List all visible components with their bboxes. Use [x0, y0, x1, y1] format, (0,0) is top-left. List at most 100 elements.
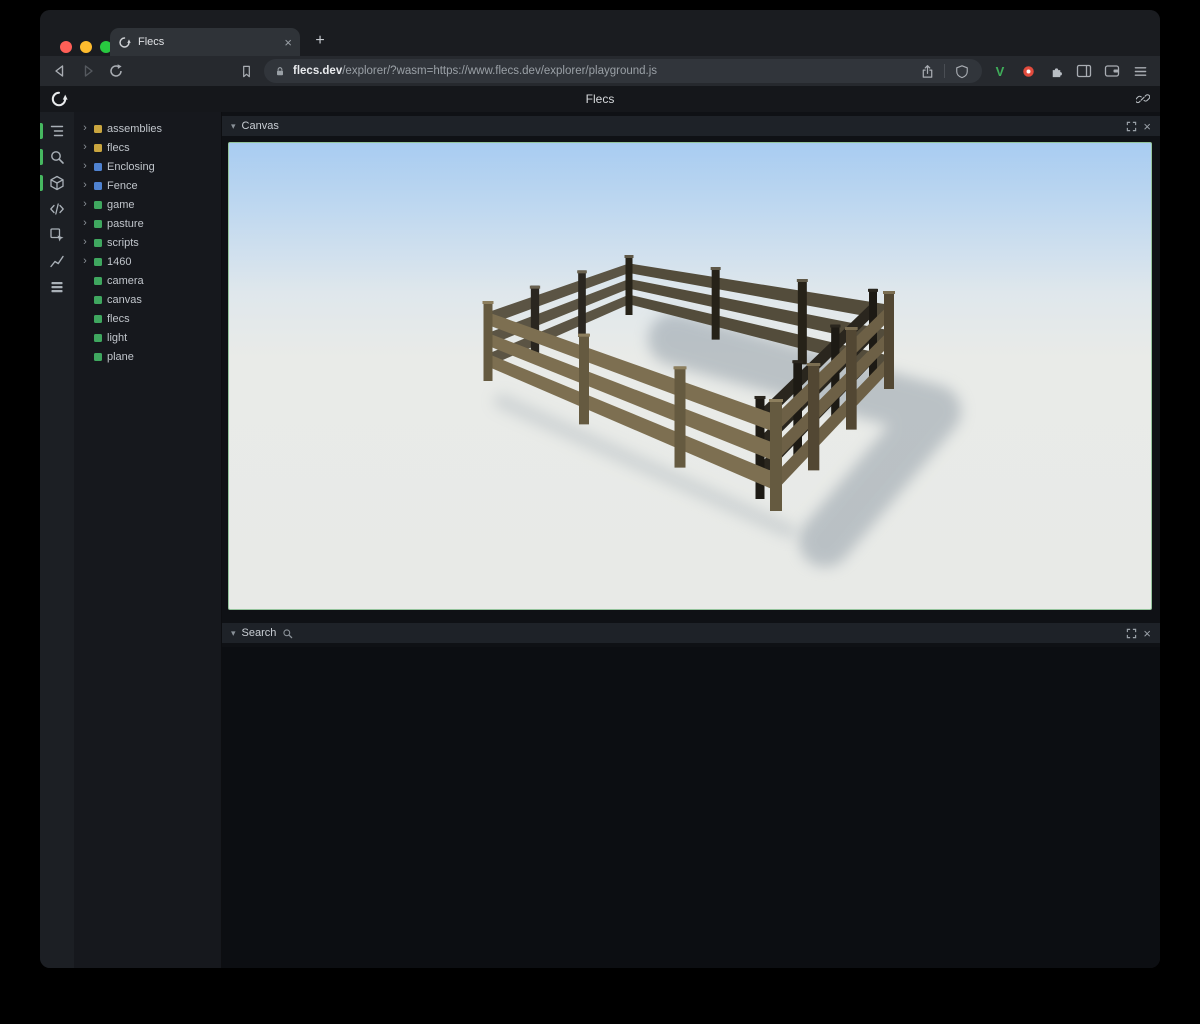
expand-panel-icon[interactable] [1126, 121, 1137, 132]
sidebar-item-memory[interactable] [40, 274, 74, 300]
tree-item-label: scripts [107, 237, 139, 249]
tree-item-flecs[interactable]: › flecs [74, 138, 221, 157]
entity-icon [94, 182, 102, 190]
collapse-chevron-icon[interactable]: ▾ [231, 629, 236, 638]
tree-item-fence[interactable]: › Fence [74, 176, 221, 195]
app-title: Flecs [40, 92, 1160, 106]
expand-panel-icon[interactable] [1126, 628, 1137, 639]
tab-strip: Flecs × + [40, 10, 1160, 56]
extension-red-icon[interactable] [1018, 61, 1038, 81]
app-header: Flecs [40, 86, 1160, 112]
inspect-icon [49, 227, 65, 243]
tree-item-plane[interactable]: plane [74, 347, 221, 366]
bookmark-icon[interactable] [236, 61, 256, 81]
expand-arrow-icon[interactable]: › [81, 237, 89, 248]
tree-item-label: pasture [107, 218, 144, 230]
expand-arrow-icon[interactable]: › [81, 123, 89, 134]
tree-item-flecs-entity[interactable]: flecs [74, 309, 221, 328]
share-link-icon[interactable] [1136, 92, 1150, 106]
entity-icon [94, 163, 102, 171]
traffic-lights [60, 41, 112, 53]
tree-item-label: Enclosing [107, 161, 155, 173]
browser-window: Flecs × + flecs.dev/explorer/?wasm=http [40, 10, 1160, 968]
reload-button[interactable] [106, 61, 126, 81]
address-bar[interactable]: flecs.dev/explorer/?wasm=https://www.fle… [264, 59, 982, 83]
collapse-chevron-icon[interactable]: ▾ [231, 122, 236, 131]
window-close-button[interactable] [60, 41, 72, 53]
entity-icon [94, 296, 102, 304]
tree-item-label: 1460 [107, 256, 131, 268]
entity-icon [94, 239, 102, 247]
expand-arrow-icon[interactable]: › [81, 180, 89, 191]
tree-item-pasture[interactable]: › pasture [74, 214, 221, 233]
canvas-viewport[interactable] [228, 142, 1152, 610]
canvas-panel-header: ▾ Canvas × [222, 116, 1160, 136]
sidebar-item-stats[interactable] [40, 248, 74, 274]
sidebar-item-canvas[interactable] [40, 170, 74, 196]
flecs-explorer-app: Flecs [40, 86, 1160, 968]
flecs-favicon [118, 36, 131, 49]
flecs-logo[interactable] [50, 90, 68, 108]
tree-item-enclosing[interactable]: › Enclosing [74, 157, 221, 176]
entity-icon [94, 353, 102, 361]
expand-arrow-icon[interactable]: › [81, 142, 89, 153]
tree-item-label: camera [107, 275, 144, 287]
tree-item-1460[interactable]: › 1460 [74, 252, 221, 271]
tab-close-icon[interactable]: × [284, 36, 292, 49]
icon-sidebar [40, 112, 74, 968]
sidebar-item-code[interactable] [40, 196, 74, 222]
search-panel-header: ▾ Search × [222, 623, 1160, 643]
browser-tab[interactable]: Flecs × [110, 28, 300, 56]
close-panel-icon[interactable]: × [1143, 120, 1151, 133]
tree-item-game[interactable]: ›game [74, 195, 221, 214]
code-icon [49, 201, 65, 217]
window-minimize-button[interactable] [80, 41, 92, 53]
tree-item-assemblies[interactable]: ›assemblies [74, 119, 221, 138]
main-panels: ▾ Canvas × ▾ Search [222, 112, 1160, 968]
extension-v-icon[interactable]: V [990, 61, 1010, 81]
sidebar-item-search[interactable] [40, 144, 74, 170]
sidebar-item-entity-tree[interactable] [40, 118, 74, 144]
tree-item-canvas[interactable]: canvas [74, 290, 221, 309]
tree-item-camera[interactable]: camera [74, 271, 221, 290]
search-icon [49, 149, 65, 165]
tab-title: Flecs [138, 36, 277, 48]
shield-icon[interactable] [952, 61, 972, 81]
expand-arrow-icon[interactable]: › [81, 256, 89, 267]
close-panel-icon[interactable]: × [1143, 627, 1151, 640]
tree-item-label: flecs [107, 142, 130, 154]
sidebar-item-inspect[interactable] [40, 222, 74, 248]
expand-arrow-icon[interactable]: › [81, 161, 89, 172]
tree-item-label: plane [107, 351, 134, 363]
fence-3d-scene [229, 143, 1151, 609]
sidebar-toggle-icon[interactable] [1074, 61, 1094, 81]
back-button[interactable] [50, 61, 70, 81]
search-small-icon [282, 628, 293, 639]
tree-item-light[interactable]: light [74, 328, 221, 347]
memory-icon [49, 279, 65, 295]
search-panel-title: Search [242, 627, 277, 639]
forward-button[interactable] [78, 61, 98, 81]
url-path: /explorer/?wasm=https://www.flecs.dev/ex… [342, 65, 657, 77]
entity-icon [94, 144, 102, 152]
entity-tree: ›assemblies › flecs › Enclosing › Fence ›ga… [74, 112, 222, 968]
share-icon[interactable] [917, 61, 937, 81]
menu-icon[interactable] [1130, 61, 1150, 81]
new-tab-button[interactable]: + [308, 29, 332, 53]
expand-arrow-icon[interactable]: › [81, 218, 89, 229]
chart-icon [49, 253, 65, 269]
tree-icon [49, 123, 65, 139]
tree-item-scripts[interactable]: › scripts [74, 233, 221, 252]
canvas-panel-title: Canvas [242, 120, 279, 132]
extensions-puzzle-icon[interactable] [1046, 61, 1066, 81]
browser-toolbar: flecs.dev/explorer/?wasm=https://www.fle… [40, 56, 1160, 86]
search-panel-body[interactable] [222, 647, 1160, 968]
tree-item-label: flecs [107, 313, 130, 325]
app-body: ›assemblies › flecs › Enclosing › Fence ›ga… [40, 112, 1160, 968]
tree-item-label: Fence [107, 180, 138, 192]
entity-icon [94, 258, 102, 266]
entity-icon [94, 315, 102, 323]
expand-arrow-icon[interactable]: › [81, 199, 89, 210]
wallet-icon[interactable] [1102, 61, 1122, 81]
address-bar-divider [944, 64, 945, 78]
